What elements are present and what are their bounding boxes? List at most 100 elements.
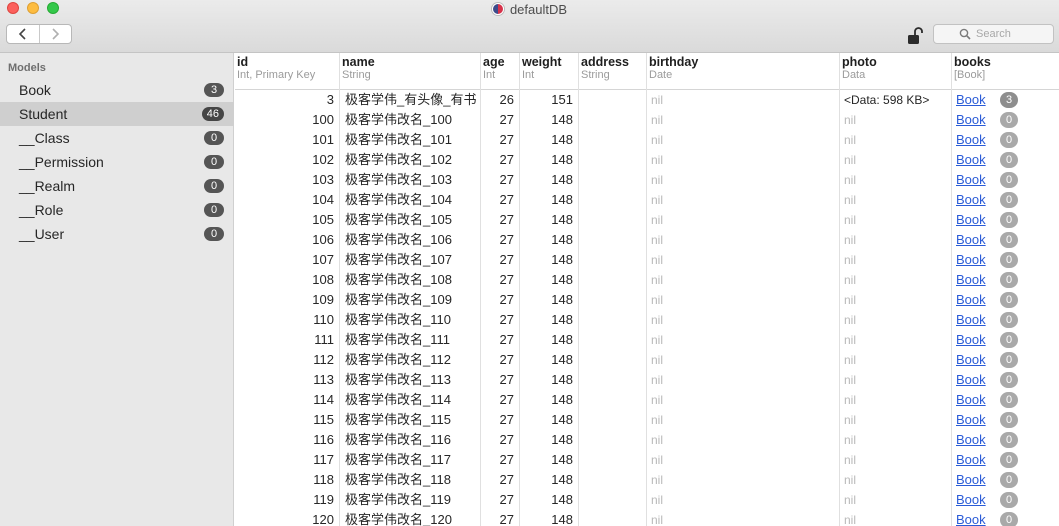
column-header-address[interactable]: address String — [579, 53, 647, 90]
cell-photo[interactable]: nil — [840, 150, 952, 170]
table-row[interactable]: 105 极客学伟改名_105 27 148 nil nil Book 0 — [235, 210, 1059, 230]
table-row[interactable]: 117 极客学伟改名_117 27 148 nil nil Book 0 — [235, 450, 1059, 470]
table-row[interactable]: 104 极客学伟改名_104 27 148 nil nil Book 0 — [235, 190, 1059, 210]
cell-photo[interactable]: nil — [840, 350, 952, 370]
cell-photo[interactable]: nil — [840, 110, 952, 130]
table-row[interactable]: 107 极客学伟改名_107 27 148 nil nil Book 0 — [235, 250, 1059, 270]
cell-id[interactable]: 120 — [235, 510, 340, 526]
cell-photo[interactable]: nil — [840, 390, 952, 410]
cell-birthday[interactable]: nil — [647, 250, 840, 270]
cell-id[interactable]: 102 — [235, 150, 340, 170]
cell-weight[interactable]: 148 — [520, 330, 579, 350]
cell-age[interactable]: 27 — [481, 290, 520, 310]
cell-address[interactable] — [579, 330, 647, 350]
cell-id[interactable]: 111 — [235, 330, 340, 350]
cell-id[interactable]: 117 — [235, 450, 340, 470]
cell-birthday[interactable]: nil — [647, 330, 840, 350]
cell-photo[interactable]: nil — [840, 170, 952, 190]
column-header-age[interactable]: age Int — [481, 53, 520, 90]
cell-birthday[interactable]: nil — [647, 130, 840, 150]
table-row[interactable]: 111 极客学伟改名_111 27 148 nil nil Book 0 — [235, 330, 1059, 350]
cell-weight[interactable]: 148 — [520, 110, 579, 130]
cell-name[interactable]: 极客学伟改名_114 — [340, 390, 481, 410]
cell-id[interactable]: 112 — [235, 350, 340, 370]
table-row[interactable]: 116 极客学伟改名_116 27 148 nil nil Book 0 — [235, 430, 1059, 450]
cell-birthday[interactable]: nil — [647, 270, 840, 290]
books-link[interactable]: Book — [956, 272, 986, 287]
cell-age[interactable]: 27 — [481, 390, 520, 410]
table-row[interactable]: 100 极客学伟改名_100 27 148 nil nil Book 0 — [235, 110, 1059, 130]
cell-birthday[interactable]: nil — [647, 450, 840, 470]
cell-name[interactable]: 极客学伟改名_120 — [340, 510, 481, 526]
cell-photo[interactable]: nil — [840, 130, 952, 150]
cell-photo[interactable]: <Data: 598 KB> — [840, 90, 952, 110]
cell-address[interactable] — [579, 450, 647, 470]
forward-button[interactable] — [38, 25, 71, 43]
cell-photo[interactable]: nil — [840, 290, 952, 310]
cell-name[interactable]: 极客学伟改名_101 — [340, 130, 481, 150]
books-link[interactable]: Book — [956, 132, 986, 147]
cell-address[interactable] — [579, 210, 647, 230]
cell-address[interactable] — [579, 170, 647, 190]
cell-weight[interactable]: 148 — [520, 350, 579, 370]
cell-birthday[interactable]: nil — [647, 350, 840, 370]
cell-birthday[interactable]: nil — [647, 430, 840, 450]
cell-age[interactable]: 27 — [481, 470, 520, 490]
table-row[interactable]: 110 极客学伟改名_110 27 148 nil nil Book 0 — [235, 310, 1059, 330]
sidebar-item-permission[interactable]: __Permission 0 — [0, 150, 234, 174]
cell-birthday[interactable]: nil — [647, 510, 840, 526]
cell-photo[interactable]: nil — [840, 490, 952, 510]
cell-birthday[interactable]: nil — [647, 370, 840, 390]
column-header-books[interactable]: books [Book] — [952, 53, 1059, 90]
cell-name[interactable]: 极客学伟改名_118 — [340, 470, 481, 490]
cell-id[interactable]: 107 — [235, 250, 340, 270]
cell-weight[interactable]: 148 — [520, 490, 579, 510]
cell-name[interactable]: 极客学伟改名_104 — [340, 190, 481, 210]
sidebar-item-student[interactable]: Student 46 — [0, 102, 234, 126]
cell-age[interactable]: 27 — [481, 510, 520, 526]
cell-id[interactable]: 101 — [235, 130, 340, 150]
cell-weight[interactable]: 148 — [520, 410, 579, 430]
cell-address[interactable] — [579, 190, 647, 210]
cell-address[interactable] — [579, 250, 647, 270]
cell-name[interactable]: 极客学伟改名_119 — [340, 490, 481, 510]
cell-age[interactable]: 27 — [481, 210, 520, 230]
books-link[interactable]: Book — [956, 472, 986, 487]
cell-weight[interactable]: 148 — [520, 270, 579, 290]
table-row[interactable]: 103 极客学伟改名_103 27 148 nil nil Book 0 — [235, 170, 1059, 190]
search-field[interactable]: Search — [933, 24, 1054, 44]
cell-name[interactable]: 极客学伟改名_112 — [340, 350, 481, 370]
table-row[interactable]: 114 极客学伟改名_114 27 148 nil nil Book 0 — [235, 390, 1059, 410]
cell-address[interactable] — [579, 90, 647, 110]
cell-address[interactable] — [579, 270, 647, 290]
cell-name[interactable]: 极客学伟改名_111 — [340, 330, 481, 350]
cell-age[interactable]: 27 — [481, 270, 520, 290]
books-link[interactable]: Book — [956, 172, 986, 187]
cell-weight[interactable]: 148 — [520, 290, 579, 310]
books-link[interactable]: Book — [956, 392, 986, 407]
cell-birthday[interactable]: nil — [647, 110, 840, 130]
books-link[interactable]: Book — [956, 332, 986, 347]
cell-name[interactable]: 极客学伟改名_117 — [340, 450, 481, 470]
cell-birthday[interactable]: nil — [647, 90, 840, 110]
books-link[interactable]: Book — [956, 452, 986, 467]
books-link[interactable]: Book — [956, 492, 986, 507]
books-link[interactable]: Book — [956, 312, 986, 327]
cell-birthday[interactable]: nil — [647, 210, 840, 230]
books-link[interactable]: Book — [956, 192, 986, 207]
cell-photo[interactable]: nil — [840, 470, 952, 490]
cell-address[interactable] — [579, 390, 647, 410]
cell-birthday[interactable]: nil — [647, 190, 840, 210]
cell-name[interactable]: 极客学伟改名_116 — [340, 430, 481, 450]
cell-address[interactable] — [579, 310, 647, 330]
cell-photo[interactable]: nil — [840, 190, 952, 210]
cell-age[interactable]: 27 — [481, 330, 520, 350]
cell-weight[interactable]: 148 — [520, 250, 579, 270]
cell-age[interactable]: 27 — [481, 350, 520, 370]
cell-photo[interactable]: nil — [840, 210, 952, 230]
books-link[interactable]: Book — [956, 152, 986, 167]
cell-id[interactable]: 116 — [235, 430, 340, 450]
books-link[interactable]: Book — [956, 232, 986, 247]
unlocked-padlock-icon[interactable] — [906, 26, 926, 46]
cell-age[interactable]: 27 — [481, 450, 520, 470]
